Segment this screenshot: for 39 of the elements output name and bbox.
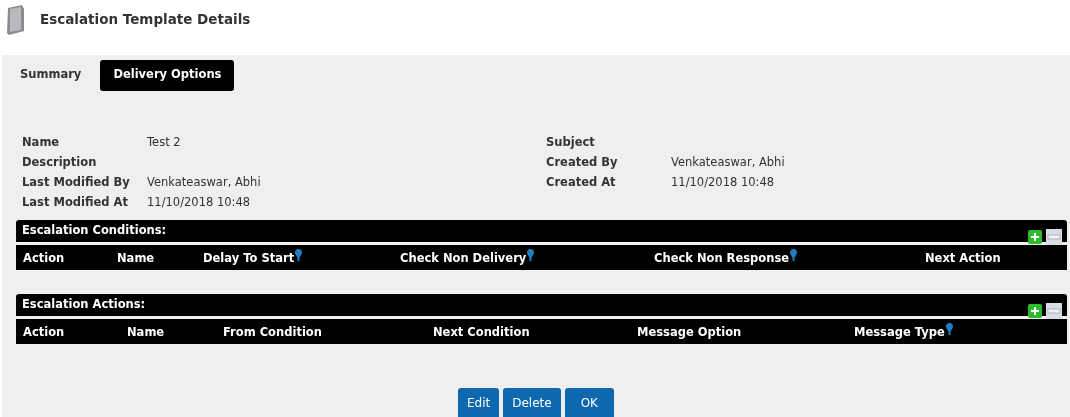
field-label: Name bbox=[22, 134, 61, 151]
field-label: Last Modified At bbox=[22, 194, 129, 211]
field-value: 11/10/2018 10:48 bbox=[147, 194, 252, 211]
field-label: Last Modified By bbox=[22, 174, 131, 191]
page-title: Escalation Template Details bbox=[40, 11, 251, 27]
info-pin-icon[interactable] bbox=[945, 322, 953, 335]
column-header: Name bbox=[127, 324, 165, 339]
action-button[interactable]: Delete bbox=[503, 388, 561, 417]
info-pin-icon[interactable] bbox=[790, 248, 798, 261]
field-label: Subject bbox=[546, 134, 596, 151]
field-label: Description bbox=[22, 154, 98, 171]
field-value: 11/10/2018 10:48 bbox=[671, 174, 776, 191]
tab[interactable]: Summary bbox=[16, 60, 97, 87]
column-header: Next Action bbox=[925, 250, 1001, 265]
field-value: Test 2 bbox=[147, 134, 182, 151]
field-value: Venkateaswar, Abhi bbox=[147, 174, 262, 191]
column-header: Check Non Delivery bbox=[400, 250, 527, 265]
tab[interactable]: Delivery Options bbox=[100, 60, 235, 91]
column-header: Message Type bbox=[854, 324, 945, 339]
action-button[interactable]: Edit bbox=[458, 388, 500, 417]
column-header: Message Option bbox=[637, 324, 742, 339]
info-pin-icon[interactable] bbox=[295, 248, 303, 261]
action-button[interactable]: OK bbox=[564, 388, 614, 417]
column-header: Delay To Start bbox=[203, 250, 295, 265]
column-header: Action bbox=[23, 324, 65, 339]
field-label: Created At bbox=[546, 174, 617, 191]
add-icon[interactable] bbox=[1028, 230, 1042, 244]
column-header: Name bbox=[117, 250, 155, 265]
document-icon bbox=[6, 5, 26, 35]
section-title: Escalation Conditions: bbox=[22, 223, 167, 237]
section-title: Escalation Actions: bbox=[22, 297, 146, 311]
column-header: From Condition bbox=[223, 324, 322, 339]
add-icon[interactable] bbox=[1028, 304, 1042, 318]
info-pin-icon[interactable] bbox=[527, 248, 535, 261]
field-value: Venkateaswar, Abhi bbox=[671, 154, 786, 171]
column-header: Next Condition bbox=[433, 324, 530, 339]
column-header: Check Non Response bbox=[654, 250, 790, 265]
column-header: Action bbox=[23, 250, 65, 265]
field-label: Created By bbox=[546, 154, 619, 171]
